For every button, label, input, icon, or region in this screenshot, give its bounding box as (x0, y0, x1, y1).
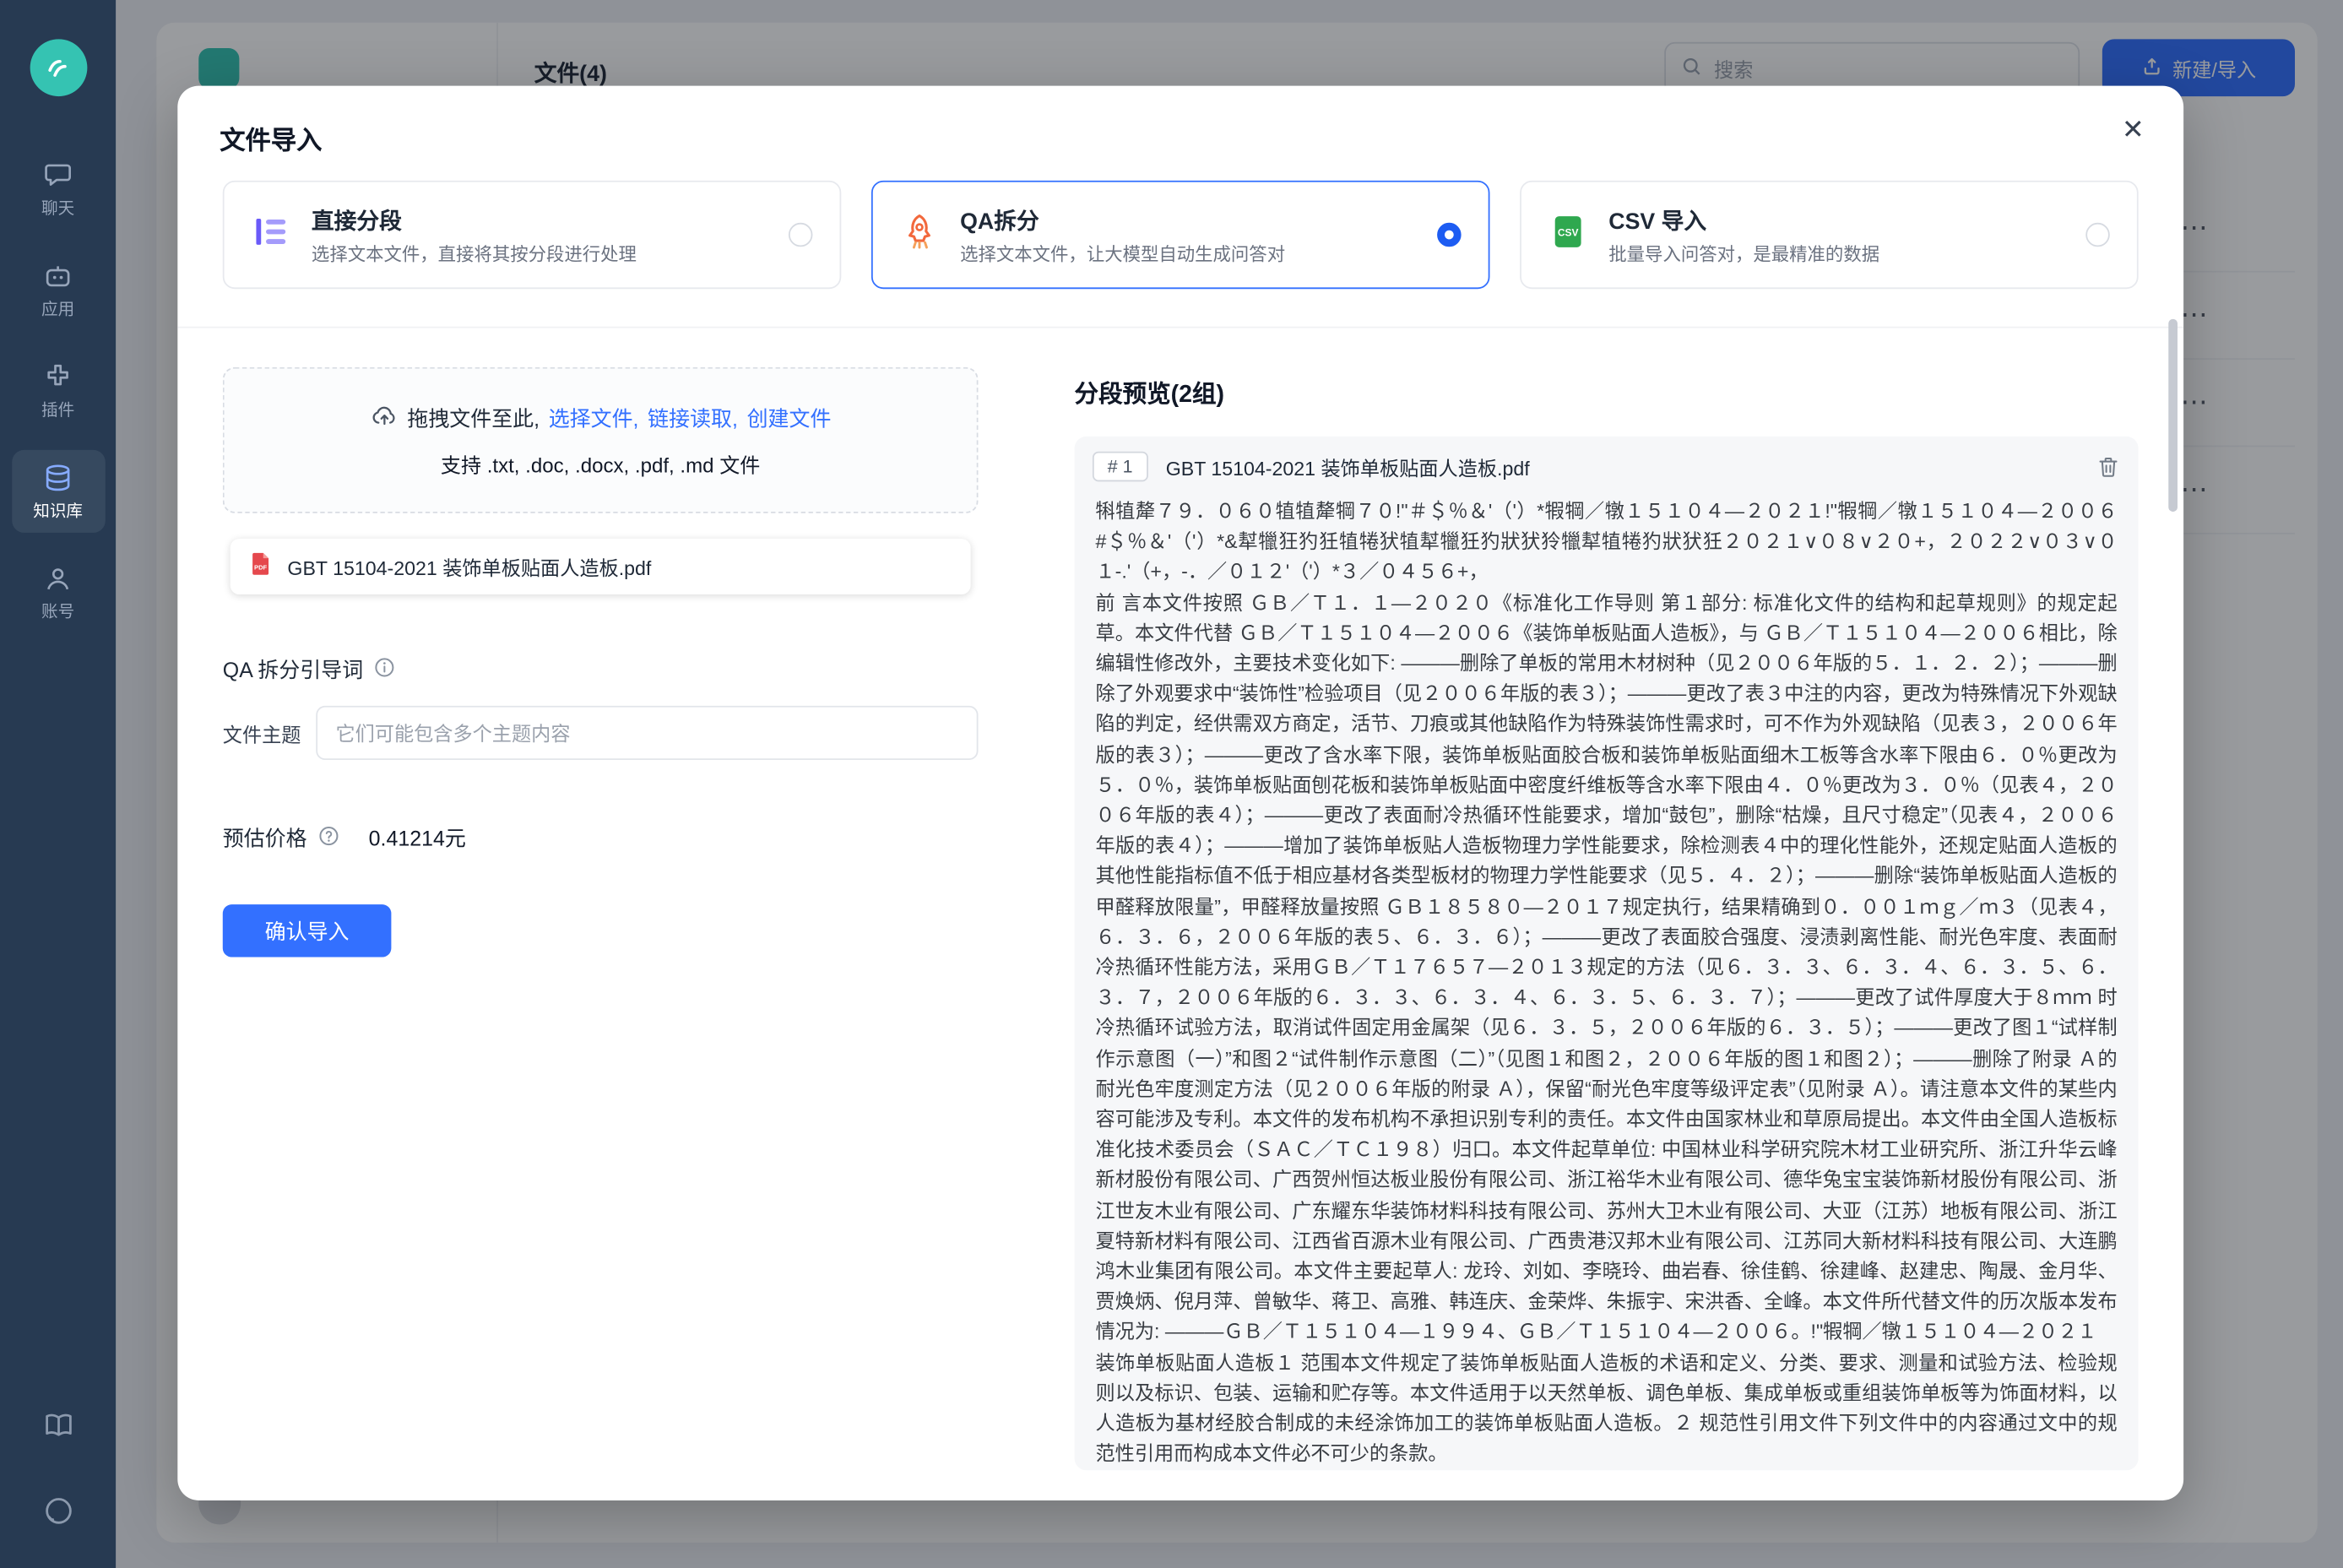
screen: 聊天 应用 插件 知识库 账号 (0, 0, 2343, 1568)
select-file-link[interactable]: 选择文件, (549, 404, 639, 434)
price-value: 0.41214元 (369, 823, 466, 854)
csv-file-icon: CSV (1548, 211, 1587, 258)
radio-direct-segment[interactable] (789, 223, 813, 247)
svg-text:PDF: PDF (254, 563, 268, 571)
rocket-icon (900, 211, 939, 258)
sidebar-item-account[interactable]: 账号 (11, 551, 105, 633)
database-icon (42, 462, 73, 493)
cloud-upload-icon (370, 402, 399, 435)
confirm-import-button[interactable]: 确认导入 (223, 904, 392, 957)
mode-title: 直接分段 (312, 204, 637, 236)
sidebar-item-knowledge-base[interactable]: 知识库 (11, 450, 105, 533)
chunk-source-title: GBT 15104-2021 装饰单板贴面人造板.pdf (1166, 453, 2079, 481)
uploaded-file-item[interactable]: PDF GBT 15104-2021 装饰单板贴面人造板.pdf (231, 539, 971, 594)
file-import-dialog: 文件导入 ✕ 直接分段 选择文本文件，直接将其按分段进行处理 QA拆分 (177, 86, 2183, 1500)
user-icon (42, 563, 73, 594)
sidebar-item-plugins[interactable]: 插件 (11, 349, 105, 431)
mode-desc: 选择文本文件，直接将其按分段进行处理 (312, 240, 637, 265)
docs-icon[interactable] (41, 1408, 74, 1449)
app-sidebar: 聊天 应用 插件 知识库 账号 (0, 0, 116, 1568)
preview-scrollbar[interactable] (2168, 319, 2178, 512)
plugin-icon (42, 361, 73, 393)
import-config-panel: 拖拽文件至此, 选择文件, 链接读取, 创建文件 支持 .txt, .doc, … (223, 367, 979, 1475)
mode-card-qa-split[interactable]: QA拆分 选择文本文件，让大模型自动生成问答对 (871, 181, 1490, 289)
github-icon[interactable] (41, 1495, 74, 1535)
radio-qa-split[interactable] (1437, 223, 1462, 247)
mode-title: QA拆分 (960, 204, 1285, 236)
qa-prompt-label: QA 拆分引导词 (223, 654, 363, 685)
file-topic-row: 文件主题 (223, 706, 979, 760)
sidebar-item-label: 应用 (41, 296, 74, 321)
mode-desc: 选择文本文件，让大模型自动生成问答对 (960, 240, 1285, 265)
segment-icon (252, 211, 290, 258)
pdf-file-icon: PDF (248, 550, 274, 583)
sidebar-item-label: 知识库 (33, 498, 83, 523)
help-icon[interactable] (317, 825, 340, 852)
link-fetch-link[interactable]: 链接读取, (648, 404, 738, 434)
close-icon[interactable]: ✕ (2116, 110, 2150, 149)
sidebar-item-label: 账号 (41, 599, 74, 623)
mode-desc: 批量导入问答对，是最精准的数据 (1608, 240, 1879, 265)
dialog-title: 文件导入 (177, 86, 2183, 157)
app-logo-icon[interactable] (30, 39, 87, 96)
sidebar-item-chat[interactable]: 聊天 (11, 148, 105, 231)
create-file-link[interactable]: 创建文件 (747, 404, 832, 434)
radio-csv-import[interactable] (2085, 223, 2110, 247)
mode-title: CSV 导入 (1608, 204, 1879, 236)
info-icon[interactable] (374, 656, 397, 683)
supported-formats-text: 支持 .txt, .doc, .docx, .pdf, .md 文件 (441, 448, 760, 479)
sidebar-bottom (41, 1408, 74, 1568)
preview-title: 分段预览(2组) (1075, 373, 2139, 410)
mode-card-direct-segment[interactable]: 直接分段 选择文本文件，直接将其按分段进行处理 (223, 181, 842, 289)
uploaded-file-name: GBT 15104-2021 装饰单板贴面人造板.pdf (287, 552, 651, 581)
chunk-index-badge: # 1 (1093, 452, 1147, 482)
file-topic-input[interactable] (316, 706, 978, 760)
svg-text:CSV: CSV (1558, 225, 1579, 237)
price-label: 预估价格 (223, 823, 307, 854)
sidebar-item-label: 插件 (41, 398, 74, 422)
apps-icon (42, 260, 73, 291)
import-mode-options: 直接分段 选择文本文件，直接将其按分段进行处理 QA拆分 选择文本文件，让大模型… (177, 181, 2183, 289)
estimated-price-row: 预估价格 0.41214元 (223, 823, 979, 854)
file-topic-label: 文件主题 (223, 719, 317, 747)
drop-zone-text: 拖拽文件至此, (407, 404, 540, 434)
chat-icon (42, 160, 73, 191)
chunk-content-text[interactable]: 犐犆犛７９．０６０犆犆犛犅７０!"＃＄％＆'（'）*犌犅／犜１５１０４—２０２１… (1093, 494, 2120, 1470)
segment-preview-panel: 分段预览(2组) # 1 GBT 15104-2021 装饰单板贴面人造板.pd… (1075, 367, 2139, 1475)
qa-prompt-section: QA 拆分引导词 (223, 654, 979, 685)
preview-chunk: # 1 GBT 15104-2021 装饰单板贴面人造板.pdf 犐犆犛７９．０… (1075, 437, 2139, 1470)
file-drop-zone[interactable]: 拖拽文件至此, 选择文件, 链接读取, 创建文件 支持 .txt, .doc, … (223, 367, 979, 513)
sidebar-item-label: 聊天 (41, 196, 74, 220)
sidebar-item-apps[interactable]: 应用 (11, 248, 105, 331)
mode-card-csv-import[interactable]: CSV CSV 导入 批量导入问答对，是最精准的数据 (1520, 181, 2139, 289)
trash-icon[interactable] (2096, 454, 2121, 479)
